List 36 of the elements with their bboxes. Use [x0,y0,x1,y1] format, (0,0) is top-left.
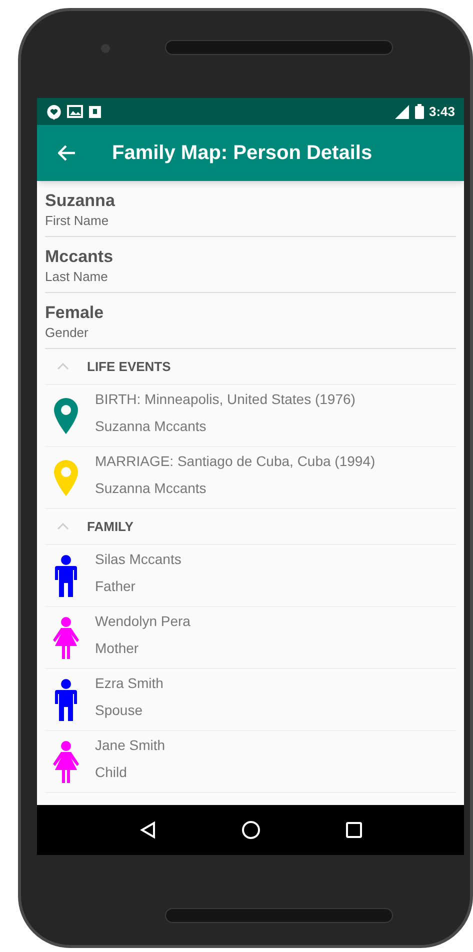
contact-card-icon [89,106,101,118]
field-label: Last Name [45,268,109,286]
row-subtitle: Spouse [95,700,144,720]
row-title: Wendolyn Pera [95,612,190,631]
row-title: Jane Smith [95,736,166,754]
list-row[interactable]: Jane Smith Child [45,731,456,793]
section-header: FAMILY [87,518,134,536]
signal-icon [392,104,409,118]
field-label: Gender [45,324,90,342]
field-label: First Name [45,212,110,230]
row-title: Ezra Smith [95,674,164,692]
home-icon[interactable] [240,820,260,840]
back-icon[interactable] [140,821,156,839]
row-subtitle: Suzanna Mccants [95,478,208,498]
field-value: Female [45,302,105,324]
list-row[interactable]: MARRIAGE: Santiago de Cuba, Cuba (1994) Suzanna Mccants [45,447,456,509]
row-subtitle: Father [95,576,136,596]
clock-time: 3:43 [428,102,455,121]
section-header: LIFE EVENTS [87,358,171,376]
row-subtitle: Child [95,762,128,782]
recents-icon[interactable] [346,822,362,838]
list-row[interactable]: BIRTH: Minneapolis, United States (1976) Suzanna Mccants [45,385,456,447]
row-title: MARRIAGE: Santiago de Cuba, Cuba (1994) [95,452,376,471]
field-value: Suzanna [45,190,116,212]
battery-icon [414,104,424,119]
row-subtitle: Suzanna Mccants [95,416,208,436]
row-title: BIRTH: Minneapolis, United States (1976) [95,390,356,409]
field-value: Mccants [45,246,114,268]
list-row[interactable]: Wendolyn Pera Mother [45,607,456,669]
list-row[interactable]: Silas Mccants Father [45,545,456,607]
heart-chat-icon [46,104,62,120]
screen-title: Family Map: Person Details [112,141,372,166]
row-subtitle: Mother [95,638,140,658]
image-icon [67,105,83,118]
list-row[interactable]: Ezra Smith Spouse [45,669,456,731]
row-title: Silas Mccants [95,550,182,568]
